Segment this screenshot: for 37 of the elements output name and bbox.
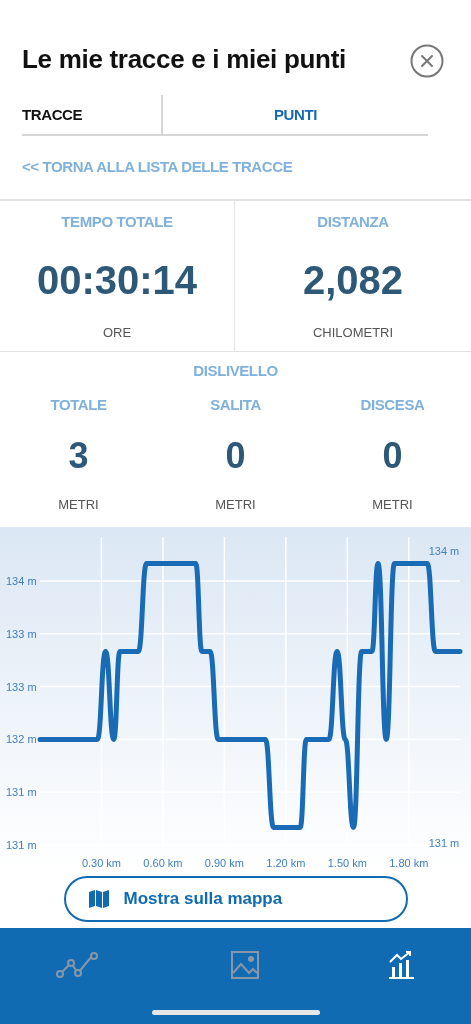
stat-value: 3 [68, 435, 89, 477]
stat-value: 2,082 [302, 258, 404, 303]
axis-label: 1.50 km [327, 857, 367, 869]
axis-label: 131 m [6, 839, 37, 851]
chart-annotation: 131 m [428, 837, 460, 849]
show-on-map-button[interactable]: Mostra sulla mappa [63, 876, 408, 922]
stat-label: TOTALE [50, 396, 107, 413]
map-icon [87, 889, 110, 909]
axis-label: 1.20 km [266, 857, 306, 869]
axis-label: 0.30 km [81, 857, 122, 869]
axis-label: 0.90 km [204, 857, 244, 869]
stat-unit: CHILOMETRI [312, 325, 394, 340]
stat-value: 00:30:14 [36, 258, 198, 303]
chart-annotation: 134 m [428, 545, 460, 557]
stat-unit: METRI [215, 497, 256, 512]
axis-label: 132 m [6, 733, 37, 746]
tab[interactable]: PUNTI [163, 95, 428, 134]
axis-label: 131 m [6, 786, 37, 799]
axis-label: 0.60 km [143, 857, 183, 869]
axis-label: 1.80 km [389, 857, 429, 869]
tab[interactable]: TRACCE [22, 95, 163, 134]
stat-value: 0 [382, 435, 403, 477]
close-icon[interactable] [410, 44, 444, 78]
stat-label: SALITA [210, 396, 261, 413]
stat-label: DISCESA [360, 396, 425, 413]
stat-label: TEMPO TOTALE [61, 213, 173, 230]
stat-value: 0 [225, 435, 246, 477]
stat-label: DISTANZA [317, 213, 389, 230]
axis-label: 133 m [6, 680, 37, 693]
section-title: DISLIVELLO [193, 362, 278, 379]
axis-label: 133 m [6, 627, 37, 640]
stat-unit: METRI [372, 497, 413, 512]
bar-chart-icon[interactable] [389, 951, 415, 979]
stat-unit: ORE [102, 325, 132, 340]
axis-label: 134 m [6, 575, 37, 587]
stat-unit: METRI [58, 497, 99, 512]
page-title: Le mie tracce e i miei punti [22, 43, 346, 75]
